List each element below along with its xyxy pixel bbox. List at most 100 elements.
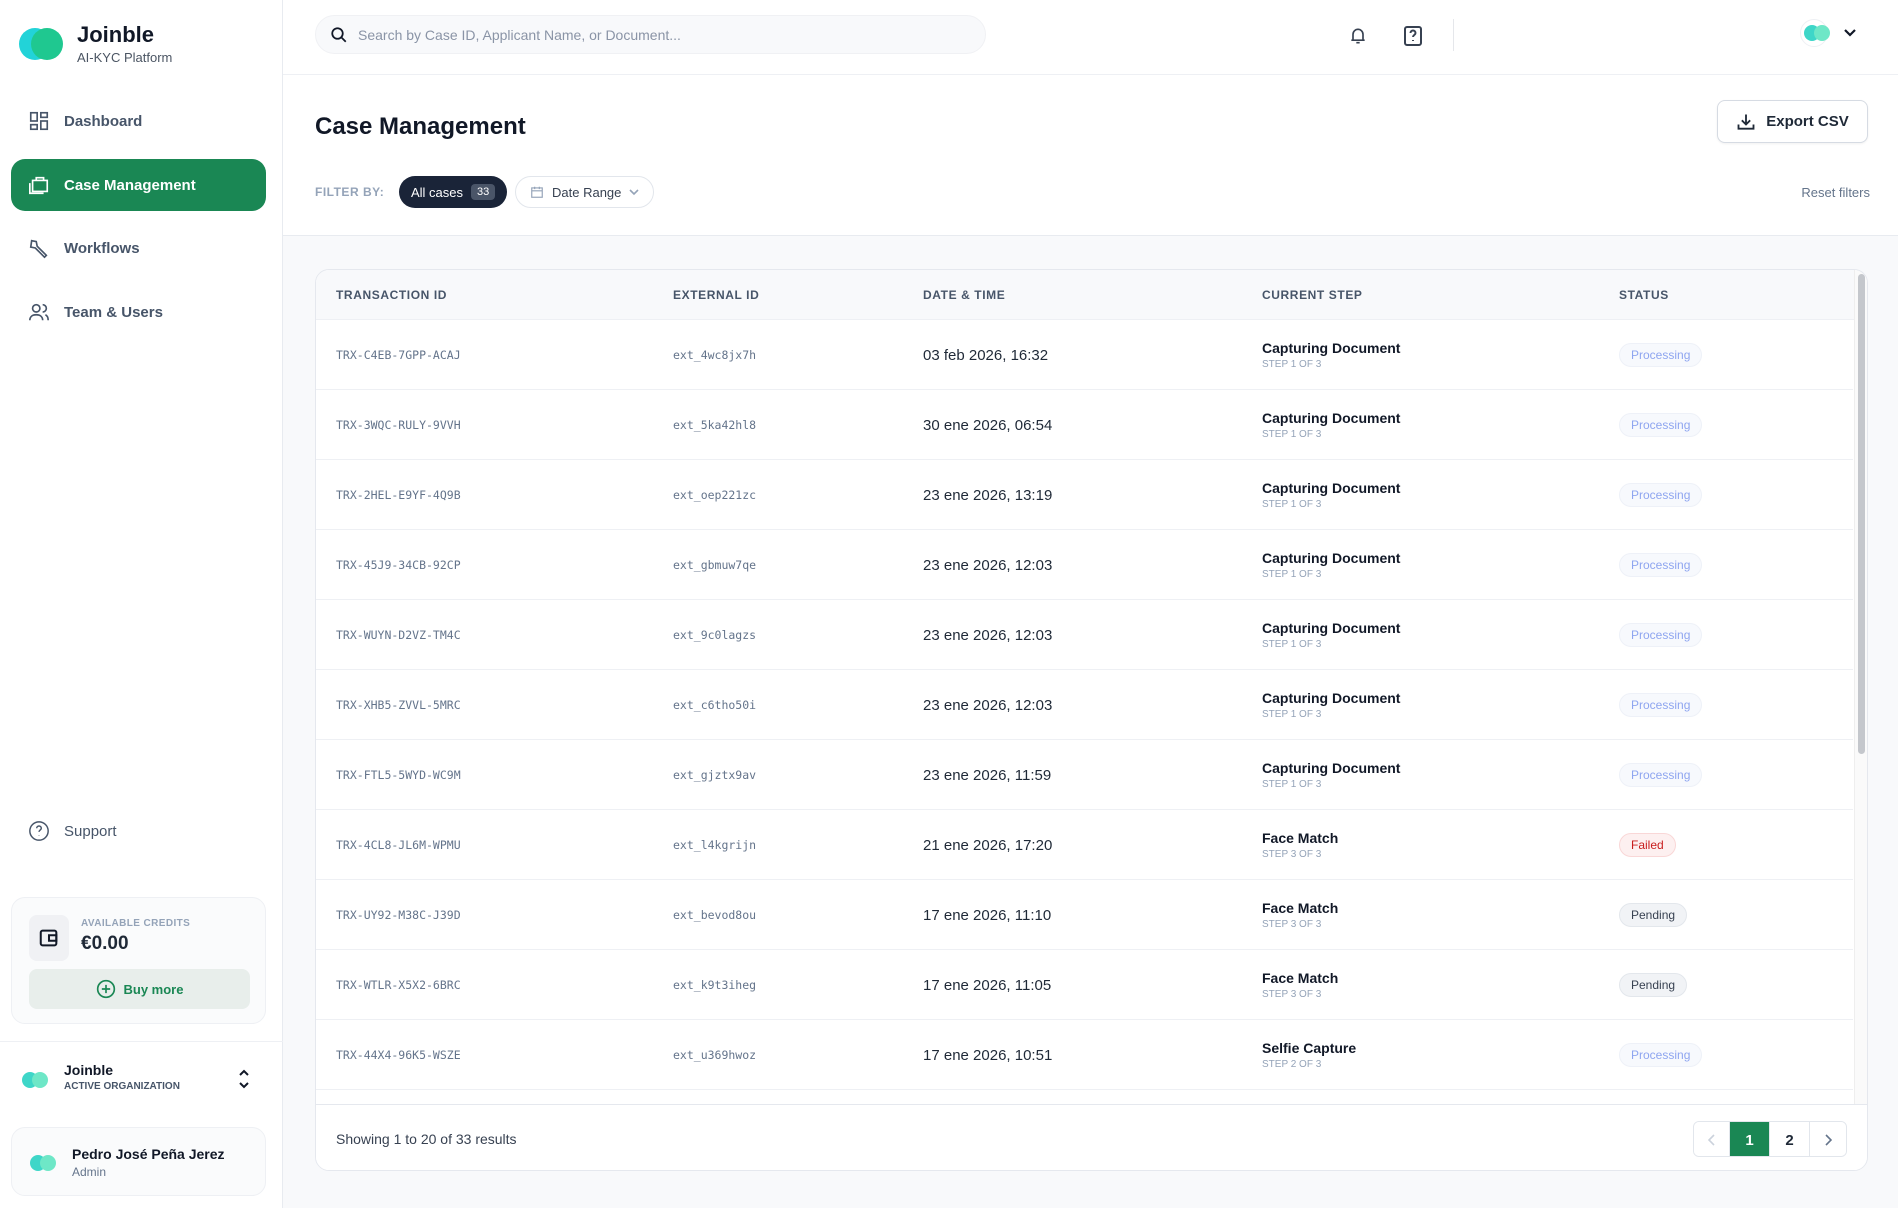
date-time: 21 ene 2026, 17:20 bbox=[923, 810, 1052, 880]
calendar-icon bbox=[530, 185, 544, 199]
user-card[interactable]: Pedro José Peña Jerez Admin bbox=[11, 1127, 266, 1196]
column-header[interactable]: STATUS bbox=[1619, 288, 1669, 302]
sidebar-item-dashboard[interactable]: Dashboard bbox=[11, 95, 266, 147]
step-name: Capturing Document bbox=[1262, 410, 1400, 426]
transaction-id[interactable]: TRX-3WQC-RULY-9VVH bbox=[336, 390, 461, 460]
status-badge: Pending bbox=[1619, 973, 1687, 997]
support-link[interactable]: Support bbox=[28, 820, 117, 842]
external-id: ext_l4kgrijn bbox=[673, 810, 756, 880]
status-cell: Processing bbox=[1619, 390, 1702, 460]
column-header[interactable]: CURRENT STEP bbox=[1262, 288, 1363, 302]
buy-more-button[interactable]: Buy more bbox=[29, 969, 250, 1009]
status-cell: Processing bbox=[1619, 670, 1702, 740]
table-row[interactable]: TRX-FTL5-5WYD-WC9M ext_gjztx9av 23 ene 2… bbox=[316, 740, 1853, 810]
page-button-2[interactable]: 2 bbox=[1770, 1122, 1810, 1157]
transaction-id[interactable]: TRX-45J9-34CB-92CP bbox=[336, 530, 461, 600]
table-header: TRANSACTION ID EXTERNAL ID DATE & TIME C… bbox=[316, 270, 1867, 320]
step-progress: STEP 1 OF 3 bbox=[1262, 779, 1321, 790]
transaction-id[interactable]: TRX-2HEL-E9YF-4Q9B bbox=[336, 460, 461, 530]
search-icon bbox=[330, 26, 348, 44]
org-label: ACTIVE ORGANIZATION bbox=[64, 1081, 180, 1092]
account-avatar[interactable] bbox=[1800, 19, 1828, 47]
transaction-id[interactable]: TRX-WUYN-D2VZ-TM4C bbox=[336, 600, 461, 670]
export-label: Export CSV bbox=[1766, 113, 1849, 130]
support-label: Support bbox=[64, 823, 117, 840]
sidebar: JoinbleAI-KYC Platform Dashboard Case Ma… bbox=[0, 0, 283, 1208]
status-cell: Pending bbox=[1619, 950, 1687, 1020]
user-avatar bbox=[30, 1155, 58, 1171]
column-header[interactable]: TRANSACTION ID bbox=[336, 288, 447, 302]
chip-label: Date Range bbox=[552, 185, 621, 200]
status-cell: Processing bbox=[1619, 600, 1702, 670]
table-row[interactable]: TRX-XHB5-ZVVL-5MRC ext_c6tho50i 23 ene 2… bbox=[316, 670, 1853, 740]
step-progress: STEP 1 OF 3 bbox=[1262, 429, 1321, 440]
filter-all-cases[interactable]: All cases33 bbox=[399, 176, 507, 208]
table-row[interactable]: TRX-C4EB-7GPP-ACAJ ext_4wc8jx7h 03 feb 2… bbox=[316, 320, 1853, 390]
sidebar-item-label: Team & Users bbox=[64, 304, 163, 321]
page-button-1[interactable]: 1 bbox=[1730, 1122, 1770, 1157]
external-id: ext_k9t3iheg bbox=[673, 950, 756, 1020]
sidebar-item-label: Case Management bbox=[64, 177, 196, 194]
transaction-id[interactable]: TRX-UY92-M38C-J39D bbox=[336, 880, 461, 950]
transaction-id[interactable]: TRX-4CL8-JL6M-WPMU bbox=[336, 810, 461, 880]
credits-label: AVAILABLE CREDITS bbox=[81, 918, 190, 929]
step-name: Face Match bbox=[1262, 830, 1338, 846]
pagination: 1 2 bbox=[1693, 1121, 1847, 1157]
scrollbar-thumb[interactable] bbox=[1858, 274, 1865, 754]
brand-logo[interactable]: JoinbleAI-KYC Platform bbox=[19, 22, 172, 65]
transaction-id[interactable]: TRX-C4EB-7GPP-ACAJ bbox=[336, 320, 461, 390]
users-icon bbox=[28, 301, 50, 323]
table-row[interactable]: TRX-45J9-34CB-92CP ext_gbmuw7qe 23 ene 2… bbox=[316, 530, 1853, 600]
external-id: ext_bevod8ou bbox=[673, 880, 756, 950]
sidebar-item-case-management[interactable]: Case Management bbox=[11, 159, 266, 211]
reset-filters-link[interactable]: Reset filters bbox=[1801, 185, 1870, 200]
divider bbox=[0, 1041, 283, 1042]
table-row[interactable]: TRX-3WQC-RULY-9VVH ext_5ka42hl8 30 ene 2… bbox=[316, 390, 1853, 460]
table-row[interactable]: TRX-UY92-M38C-J39D ext_bevod8ou 17 ene 2… bbox=[316, 880, 1853, 950]
table-body: TRX-C4EB-7GPP-ACAJ ext_4wc8jx7h 03 feb 2… bbox=[316, 320, 1853, 1104]
credits-card: AVAILABLE CREDITS €0.00 Buy more bbox=[11, 897, 266, 1024]
count-badge: 33 bbox=[471, 184, 495, 200]
transaction-id[interactable]: TRX-XHB5-ZVVL-5MRC bbox=[336, 670, 461, 740]
search-bar[interactable] bbox=[315, 15, 986, 54]
external-id: ext_u369hwoz bbox=[673, 1020, 756, 1090]
help-icon[interactable] bbox=[1401, 24, 1425, 48]
column-header[interactable]: DATE & TIME bbox=[923, 288, 1005, 302]
next-page-button[interactable] bbox=[1810, 1122, 1846, 1157]
status-cell: Processing bbox=[1619, 740, 1702, 810]
sidebar-item-label: Dashboard bbox=[64, 113, 142, 130]
status-badge: Processing bbox=[1619, 413, 1702, 437]
chevron-down-icon[interactable] bbox=[1843, 28, 1857, 38]
export-csv-button[interactable]: Export CSV bbox=[1717, 100, 1868, 143]
scrollbar-track[interactable] bbox=[1854, 270, 1867, 1104]
table-row[interactable]: TRX-4CL8-JL6M-WPMU ext_l4kgrijn 21 ene 2… bbox=[316, 810, 1853, 880]
chevron-down-icon bbox=[629, 188, 639, 196]
sidebar-item-workflows[interactable]: Workflows bbox=[11, 222, 266, 274]
sidebar-item-team-users[interactable]: Team & Users bbox=[11, 286, 266, 338]
page-header: Case Management Export CSV FILTER BY: Al… bbox=[283, 75, 1898, 236]
search-input[interactable] bbox=[358, 27, 958, 43]
bell-icon[interactable] bbox=[1346, 24, 1370, 48]
transaction-id[interactable]: TRX-FTL5-5WYD-WC9M bbox=[336, 740, 461, 810]
status-cell: Processing bbox=[1619, 530, 1702, 600]
step-name: Face Match bbox=[1262, 970, 1338, 986]
plus-circle-icon bbox=[96, 979, 116, 999]
date-time: 23 ene 2026, 12:03 bbox=[923, 670, 1052, 740]
table-row[interactable]: TRX-WTLR-X5X2-6BRC ext_k9t3iheg 17 ene 2… bbox=[316, 950, 1853, 1020]
filter-date-range[interactable]: Date Range bbox=[515, 176, 654, 208]
download-icon bbox=[1736, 112, 1756, 132]
transaction-id[interactable]: TRX-44X4-96K5-WSZE bbox=[336, 1020, 461, 1090]
current-step: Capturing DocumentSTEP 1 OF 3 bbox=[1262, 460, 1400, 530]
external-id: ext_gjztx9av bbox=[673, 740, 756, 810]
transaction-id[interactable]: TRX-WTLR-X5X2-6BRC bbox=[336, 950, 461, 1020]
table-row[interactable]: TRX-44X4-96K5-WSZE ext_u369hwoz 17 ene 2… bbox=[316, 1020, 1853, 1090]
org-switcher[interactable]: Joinble ACTIVE ORGANIZATION bbox=[22, 1062, 262, 1098]
current-step: Capturing DocumentSTEP 1 OF 3 bbox=[1262, 740, 1400, 810]
current-step: Selfie CaptureSTEP 2 OF 3 bbox=[1262, 1020, 1356, 1090]
chevron-right-icon bbox=[1824, 1134, 1832, 1146]
table-row[interactable]: TRX-WUYN-D2VZ-TM4C ext_9c0lagzs 23 ene 2… bbox=[316, 600, 1853, 670]
prev-page-button[interactable] bbox=[1694, 1122, 1730, 1157]
table-row[interactable]: TRX-2HEL-E9YF-4Q9B ext_oep221zc 23 ene 2… bbox=[316, 460, 1853, 530]
step-name: Capturing Document bbox=[1262, 480, 1400, 496]
column-header[interactable]: EXTERNAL ID bbox=[673, 288, 759, 302]
